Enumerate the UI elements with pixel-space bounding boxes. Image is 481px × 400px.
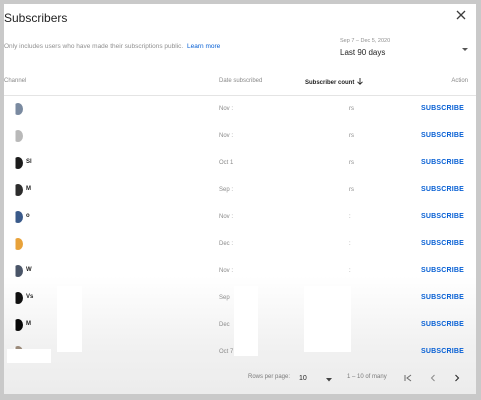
date-subscribed-cell: Dec : [219,241,234,247]
table-row: W Nov : : SUBSCRIBE [4,258,476,285]
column-header-action: Action [451,78,468,84]
subscriber-count-cell: rs [349,160,354,166]
date-range-text: Sep 7 – Dec 5, 2020 [340,38,391,44]
date-subscribed-cell: Nov : [219,214,234,220]
channel-avatar[interactable] [13,103,23,115]
dropdown-caret-icon [462,48,468,51]
rows-per-page-caret-icon[interactable] [326,378,332,382]
table-row: Dec : : SUBSCRIBE [4,231,476,258]
subscribe-button[interactable]: SUBSCRIBE [421,240,464,247]
subscribe-button[interactable]: SUBSCRIBE [421,348,464,355]
dialog-title: Subscribers [4,11,68,25]
subscriber-count-cell: : [349,268,351,274]
subscribe-button[interactable]: SUBSCRIBE [421,321,464,328]
date-range-selection: Last 90 days [340,48,386,57]
date-subscribed-cell: Nov : [219,133,234,139]
channel-avatar[interactable] [13,238,23,250]
info-description: Only includes users who have made their … [4,43,184,50]
date-subscribed-cell: Dec [219,322,230,328]
channel-name[interactable]: o [26,213,30,219]
page-range-text: 1 – 10 of many [347,374,387,380]
date-range-dropdown[interactable]: Sep 7 – Dec 5, 2020 Last 90 days [340,38,468,60]
channel-avatar[interactable] [13,157,23,169]
date-subscribed-cell: Nov : [219,106,234,112]
table-row: Nov : rs SUBSCRIBE [4,96,476,123]
subscribe-button[interactable]: SUBSCRIBE [421,132,464,139]
subscriber-count-cell: rs [349,133,354,139]
previous-page-icon[interactable] [428,373,438,383]
date-subscribed-cell: Sep : [219,187,234,193]
channel-name[interactable]: M [26,321,31,327]
channel-avatar[interactable] [13,319,23,331]
subscribe-button[interactable]: SUBSCRIBE [421,294,464,301]
first-page-icon[interactable] [403,373,413,383]
subscribe-button[interactable]: SUBSCRIBE [421,186,464,193]
channel-avatar[interactable] [13,265,23,277]
column-header-date-subscribed[interactable]: Date subscribed [219,78,262,84]
date-subscribed-cell: Sep [219,295,230,301]
info-text: Only includes users who have made their … [4,43,220,50]
subscriber-count-cell: rs [349,187,354,193]
channel-avatar[interactable] [13,184,23,196]
sort-down-arrow-icon [357,78,364,85]
channel-avatar[interactable] [13,211,23,223]
channel-avatar[interactable] [13,130,23,142]
subscribe-button[interactable]: SUBSCRIBE [421,159,464,166]
channel-name[interactable]: Sl [26,159,32,165]
redaction-block [7,349,51,363]
subscriber-count-cell: : [349,241,351,247]
subscribe-button[interactable]: SUBSCRIBE [421,213,464,220]
table-row: o Nov : : SUBSCRIBE [4,204,476,231]
subscriber-count-cell: : [349,214,351,220]
table-row: Sl Oct 1 rs SUBSCRIBE [4,150,476,177]
subscriber-count-cell: rs [349,106,354,112]
channel-avatar[interactable] [13,292,23,304]
date-subscribed-cell: Oct 7 [219,349,234,355]
close-icon[interactable] [454,8,468,22]
learn-more-link[interactable]: Learn more [187,43,220,50]
channel-name[interactable]: W [26,267,32,273]
subscribe-button[interactable]: SUBSCRIBE [421,267,464,274]
rows-per-page-value[interactable]: 10 [299,375,307,382]
redaction-block [57,286,82,352]
table-row: M Sep : rs SUBSCRIBE [4,177,476,204]
channel-name[interactable]: M [26,186,31,192]
redaction-block [234,286,258,356]
next-page-icon[interactable] [452,373,462,383]
redaction-block [304,286,351,352]
rows-per-page-label: Rows per page: [248,374,291,380]
subscribe-button[interactable]: SUBSCRIBE [421,105,464,112]
channel-name[interactable]: Vs [26,294,33,300]
date-subscribed-cell: Oct 1 [219,160,234,166]
column-header-subscriber-count[interactable]: Subscriber count [305,78,364,86]
subscribers-dialog: Subscribers Only includes users who have… [4,4,476,394]
table-row: Nov : rs SUBSCRIBE [4,123,476,150]
column-header-channel: Channel [4,78,27,84]
date-subscribed-cell: Nov : [219,268,234,274]
subscriber-count-label: Subscriber count [305,80,355,86]
